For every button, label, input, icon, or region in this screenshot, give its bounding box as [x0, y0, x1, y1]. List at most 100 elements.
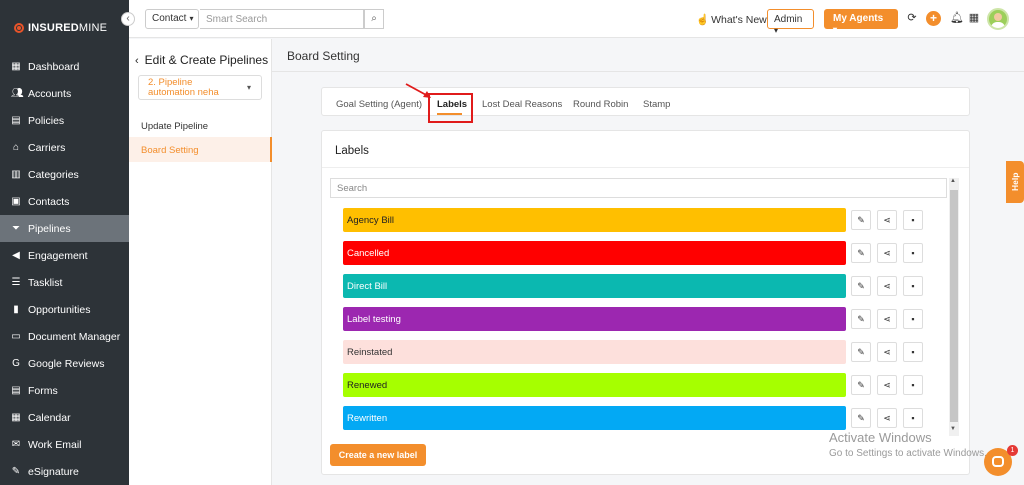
share-label-button[interactable]: ⋖: [877, 309, 897, 329]
admin-dropdown[interactable]: Admin ▾: [767, 9, 814, 35]
delete-label-button[interactable]: ▪: [903, 243, 923, 263]
share-label-button[interactable]: ⋖: [877, 276, 897, 296]
user-avatar[interactable]: [987, 8, 1009, 30]
sidebar-item-label: Opportunities: [28, 303, 91, 316]
sidebar-item-accounts[interactable]: 👥︎ Accounts: [0, 80, 129, 107]
edit-icon: ✎: [857, 413, 865, 423]
sidebar-item-opportunities[interactable]: ▮ Opportunities: [0, 296, 129, 323]
my-agents-label: My Agents: [833, 13, 884, 24]
sidebar-item-policies[interactable]: ▤ Policies: [0, 107, 129, 134]
edit-icon: ✎: [857, 347, 865, 357]
calculator-icon[interactable]: ▦: [968, 12, 980, 24]
labels-heading: Labels: [335, 145, 369, 157]
sidebar-item-forms[interactable]: ▤ Forms: [0, 377, 129, 404]
share-icon: ⋖: [883, 380, 891, 390]
share-label-button[interactable]: ⋖: [877, 210, 897, 230]
create-label-button[interactable]: Create a new label: [330, 444, 426, 466]
delete-label-button[interactable]: ▪: [903, 342, 923, 362]
annotation-highlight-box: [428, 93, 473, 123]
search-button[interactable]: ⌕: [364, 9, 384, 29]
megaphone-icon: ◀: [12, 249, 20, 261]
opportunities-icon: ▮: [13, 303, 19, 315]
delete-icon: ▪: [911, 314, 915, 324]
sidebar-collapse-button[interactable]: ‹: [121, 12, 135, 26]
sidebar-item-label: Contacts: [28, 195, 70, 208]
sidebar-item-dashboard[interactable]: ▦ Dashboard: [0, 53, 129, 80]
forms-icon: ▤: [11, 384, 21, 396]
accounts-icon: 👥︎: [11, 87, 24, 99]
edit-label-button[interactable]: ✎: [851, 408, 871, 428]
sidebar-item-work-email[interactable]: ✉ Work Email: [0, 431, 129, 458]
sidebar-item-engagement[interactable]: ◀ Engagement: [0, 242, 129, 269]
tasklist-icon: ☰: [11, 276, 21, 288]
label-item: Agency Bill: [343, 208, 846, 232]
sidebar-nav: ▦ Dashboard 👥︎ Accounts ▤ Policies ⌂ Carriers ▥ C…: [0, 53, 129, 485]
share-label-button[interactable]: ⋖: [877, 243, 897, 263]
sidebar-item-calendar[interactable]: ▦ Calendar: [0, 404, 129, 431]
update-pipeline-link[interactable]: Update Pipeline: [141, 121, 208, 132]
tab-round-robin[interactable]: Round Robin: [573, 99, 628, 110]
delete-icon: ▪: [911, 347, 915, 357]
edit-label-button[interactable]: ✎: [851, 210, 871, 230]
sidebar-item-label: Pipelines: [28, 222, 71, 235]
search-scope-select[interactable]: Contact ▾: [145, 9, 199, 29]
share-icon: ⋖: [883, 248, 891, 258]
sidebar-item-label: Document Manager: [28, 330, 121, 343]
scrollbar-thumb[interactable]: [950, 190, 958, 422]
sidebar-item-label: Accounts: [28, 87, 72, 100]
add-icon[interactable]: +: [926, 11, 941, 26]
scroll-up-icon[interactable]: ▲: [950, 178, 956, 184]
label-item: Renewed: [343, 373, 846, 397]
share-label-button[interactable]: ⋖: [877, 408, 897, 428]
bell-icon[interactable]: 🔔︎: [950, 12, 964, 24]
sidebar-item-pipelines[interactable]: ⏷ Pipelines: [0, 215, 129, 242]
carriers-icon: ⌂: [12, 141, 20, 153]
edit-label-button[interactable]: ✎: [851, 276, 871, 296]
help-tab[interactable]: Help: [1006, 161, 1024, 203]
delete-label-button[interactable]: ▪: [903, 408, 923, 428]
tab-lost-deal-reasons[interactable]: Lost Deal Reasons: [482, 99, 562, 110]
folder-icon: ▭: [11, 330, 21, 342]
sidebar-item-tasklist[interactable]: ☰ Tasklist: [0, 269, 129, 296]
pipeline-select-value: 2. Pipeline automation neha: [148, 77, 219, 98]
sidebar-item-label: Categories: [28, 168, 79, 181]
sidebar-item-carriers[interactable]: ⌂ Carriers: [0, 134, 129, 161]
sidebar-item-esignature[interactable]: ✎ eSignature: [0, 458, 129, 485]
categories-icon: ▥: [11, 168, 21, 180]
labels-search-input[interactable]: Search: [330, 178, 947, 198]
brand-logo[interactable]: INSURED MINE: [14, 22, 107, 34]
board-setting-link[interactable]: Board Setting: [129, 137, 272, 162]
policies-icon: ▤: [11, 114, 21, 126]
edit-label-button[interactable]: ✎: [851, 342, 871, 362]
windows-watermark-subtitle: Go to Settings to activate Windows.: [829, 448, 987, 459]
delete-label-button[interactable]: ▪: [903, 210, 923, 230]
delete-label-button[interactable]: ▪: [903, 276, 923, 296]
my-agents-button[interactable]: My Agents ▾: [824, 9, 898, 34]
delete-label-button[interactable]: ▪: [903, 375, 923, 395]
edit-label-button[interactable]: ✎: [851, 309, 871, 329]
delete-label-button[interactable]: ▪: [903, 309, 923, 329]
sidebar-item-label: Forms: [28, 384, 58, 397]
share-label-button[interactable]: ⋖: [877, 375, 897, 395]
chevron-down-icon: ▾: [833, 25, 838, 34]
smart-search-input[interactable]: Smart Search: [200, 9, 364, 29]
tab-stamp[interactable]: Stamp: [643, 99, 670, 110]
delete-icon: ▪: [911, 215, 915, 225]
whats-new-link[interactable]: ☝ What's New: [696, 13, 767, 26]
smart-search-placeholder: Smart Search: [206, 14, 268, 25]
sidebar-item-google-reviews[interactable]: G Google Reviews: [0, 350, 129, 377]
share-label-button[interactable]: ⋖: [877, 342, 897, 362]
sidebar-item-label: Dashboard: [28, 60, 80, 73]
sidebar-item-label: Policies: [28, 114, 65, 127]
edit-label-button[interactable]: ✎: [851, 243, 871, 263]
sidebar-item-document-manager[interactable]: ▭ Document Manager: [0, 323, 129, 350]
pipeline-select[interactable]: 2. Pipeline automation neha ▾: [138, 75, 262, 100]
edit-label-button[interactable]: ✎: [851, 375, 871, 395]
chevron-down-icon: ▾: [189, 14, 194, 23]
sidebar-item-categories[interactable]: ▥ Categories: [0, 161, 129, 188]
back-chevron-icon[interactable]: ‹: [135, 55, 139, 67]
label-item: Rewritten: [343, 406, 846, 430]
sidebar-item-contacts[interactable]: ▣ Contacts: [0, 188, 129, 215]
scroll-down-icon[interactable]: ▼: [950, 426, 956, 432]
refresh-icon[interactable]: ⟳: [906, 12, 918, 24]
